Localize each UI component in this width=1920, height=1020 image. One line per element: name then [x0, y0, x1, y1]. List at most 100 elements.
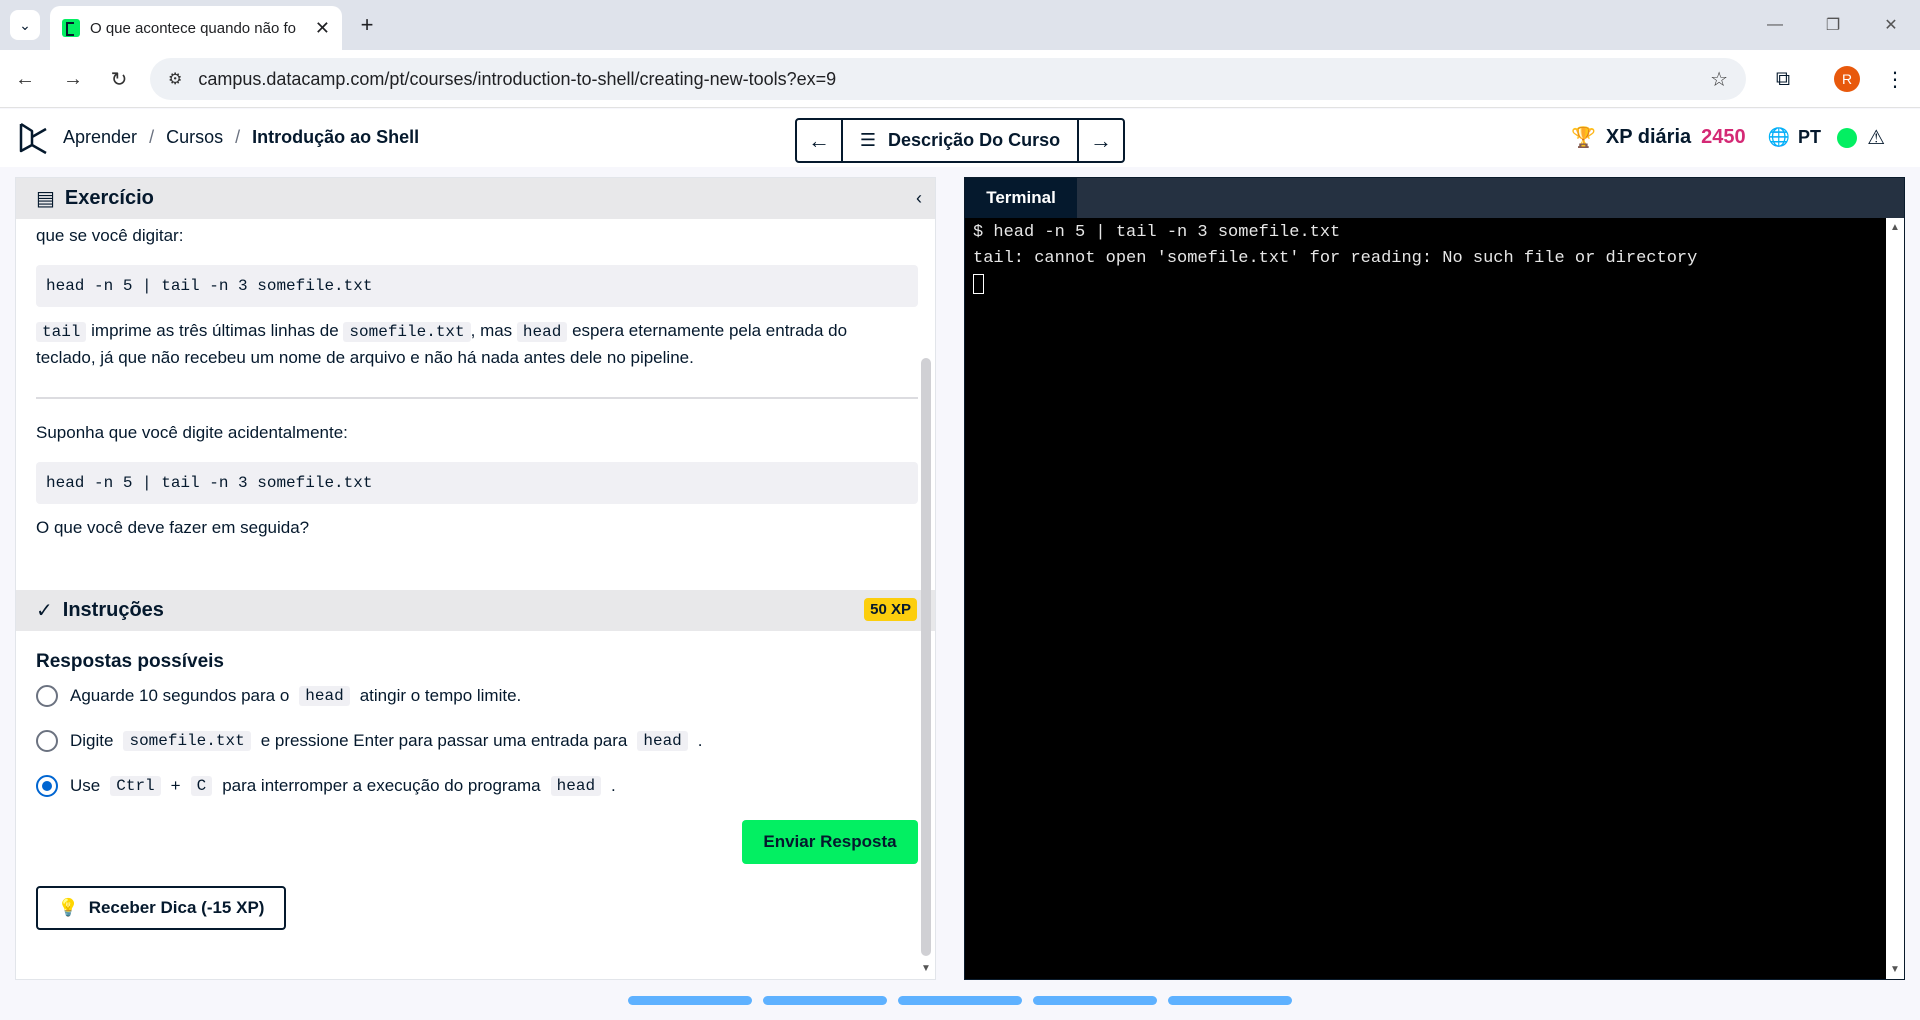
url-input[interactable]: ⚙ campus.datacamp.com/pt/courses/introdu… — [150, 58, 1746, 100]
arrow-right-icon: → — [1090, 127, 1112, 153]
browser-tab-bar: ⌄ O que acontece quando não fo ✕ + — ❐ ✕ — [0, 0, 1920, 50]
tab-title: O que acontece quando não fo — [90, 19, 297, 37]
xp-value: 2450 — [1701, 126, 1746, 148]
extensions-icon[interactable]: ⧉ — [1768, 64, 1798, 94]
browser-menu-icon[interactable]: ⋮ — [1880, 64, 1910, 94]
divider — [36, 397, 918, 399]
forward-button[interactable]: → — [58, 64, 88, 94]
instructions-header: ✓ Instruções 50 XP — [16, 590, 935, 631]
terminal-scrollbar[interactable]: ▲ ▼ — [1886, 218, 1904, 979]
inline-code: head — [516, 322, 568, 342]
close-icon[interactable]: ✕ — [315, 18, 330, 39]
warning-icon[interactable]: ⚠ — [1867, 125, 1885, 150]
submit-answer-button[interactable]: Enviar Resposta — [742, 820, 918, 864]
inline-code: Ctrl — [110, 776, 161, 796]
explanation-paragraph: tail imprime as três últimas linhas de s… — [36, 318, 918, 371]
terminal-line: $ head -n 5 | tail -n 3 somefile.txt — [973, 223, 1341, 242]
arrow-left-icon: ← — [808, 127, 830, 153]
new-tab-button[interactable]: + — [352, 10, 382, 40]
code-block: head -n 5 | tail -n 3 somefile.txt — [36, 462, 918, 504]
terminal-line: tail: cannot open 'somefile.txt' for rea… — [973, 249, 1698, 268]
lightbulb-icon: 💡 — [57, 898, 79, 917]
instructions-heading: Instruções — [62, 599, 164, 621]
bookmark-star-icon[interactable]: ☆ — [1710, 67, 1728, 92]
inline-code: head — [637, 731, 688, 751]
chevron-down-icon: ⌄ — [19, 16, 31, 33]
next-exercise-button[interactable]: → — [1079, 120, 1123, 161]
previous-exercise-button[interactable]: ← — [797, 120, 841, 161]
breadcrumb-learn[interactable]: Aprender — [63, 127, 137, 148]
paragraph-text: , mas — [470, 321, 513, 340]
question-text: O que você deve fazer em seguida? — [36, 518, 310, 537]
panel-scrollbar-thumb[interactable] — [921, 358, 931, 956]
option-text: atingir o tempo limite. — [359, 686, 522, 705]
breadcrumb-courses[interactable]: Cursos — [166, 127, 223, 148]
profile-avatar[interactable]: R — [1834, 66, 1860, 92]
option-text: Use — [70, 776, 101, 795]
terminal-output[interactable]: $ head -n 5 | tail -n 3 somefile.txt tail… — [973, 220, 1697, 298]
close-window-button[interactable]: ✕ — [1862, 0, 1920, 50]
tab-terminal[interactable]: Terminal — [965, 178, 1077, 218]
breadcrumb-separator: / — [149, 127, 155, 147]
terminal-panel[interactable]: Terminal $ head -n 5 | tail -n 3 somefil… — [964, 177, 1905, 980]
xp-label: XP diária — [1605, 126, 1692, 148]
option-text: para interromper a execução do programa — [222, 776, 541, 795]
answer-option[interactable]: Use Ctrl + C para interromper a execução… — [36, 775, 616, 797]
course-description-button[interactable]: ☰ Descrição Do Curso — [841, 120, 1079, 161]
minimize-button[interactable]: — — [1746, 0, 1804, 50]
exercise-progress — [628, 996, 1292, 1005]
xp-area: 🏆 XP diária 2450 🌐 PT ⚠ — [1571, 125, 1885, 150]
terminal-cursor — [973, 273, 984, 294]
inline-code: tail — [36, 322, 87, 342]
progress-step[interactable] — [1033, 996, 1157, 1005]
browser-tab[interactable]: O que acontece quando não fo ✕ — [50, 6, 342, 50]
reload-button[interactable]: ↻ — [104, 64, 134, 94]
radio-button[interactable] — [36, 685, 58, 707]
radio-button-selected[interactable] — [36, 775, 58, 797]
datacamp-logo-icon[interactable] — [18, 121, 50, 157]
window-controls: — ❐ ✕ — [1746, 0, 1920, 50]
answers-heading: Respostas possíveis — [36, 651, 224, 672]
exercise-header: ▤ Exercício — [16, 178, 935, 219]
answer-option[interactable]: Aguarde 10 segundos para o head atingir … — [36, 685, 521, 707]
option-text: e pressione Enter para passar uma entrad… — [260, 731, 628, 750]
hint-label: Receber Dica (-15 XP) — [88, 898, 265, 917]
progress-step[interactable] — [898, 996, 1022, 1005]
exercise-heading: Exercício — [64, 187, 154, 209]
app-header: Aprender / Cursos / Introdução ao Shell … — [0, 109, 1920, 167]
progress-step[interactable] — [628, 996, 752, 1005]
scroll-up-arrow-icon[interactable]: ▲ — [1886, 222, 1904, 233]
option-text: + — [170, 776, 181, 795]
restore-button[interactable]: ❐ — [1804, 0, 1862, 50]
status-indicator — [1837, 127, 1858, 148]
datacamp-favicon-icon — [62, 19, 80, 37]
breadcrumb: Aprender / Cursos / Introdução ao Shell — [63, 127, 419, 148]
suppose-text: Suponha que você digite acidentalmente: — [36, 423, 348, 442]
option-text: . — [611, 776, 616, 795]
get-hint-button[interactable]: 💡 Receber Dica (-15 XP) — [36, 886, 286, 930]
exercise-panel: ▤ Exercício ‹ que se você digitar: head … — [15, 177, 936, 980]
option-text: . — [697, 731, 703, 750]
option-text: Digite — [70, 731, 114, 750]
inline-code: somefile.txt — [123, 731, 251, 751]
paragraph-text: espera eternamente pela entrada do — [572, 321, 848, 340]
intro-fragment: que se você digitar: — [36, 226, 184, 245]
radio-button[interactable] — [36, 730, 58, 752]
inline-code: head — [299, 686, 350, 706]
language-selector[interactable]: 🌐 PT — [1768, 127, 1821, 148]
scroll-down-arrow-icon[interactable]: ▼ — [917, 963, 935, 977]
paragraph-text: teclado, já que não recebeu um nome de a… — [36, 348, 694, 367]
site-settings-icon[interactable]: ⚙ — [168, 69, 182, 89]
course-navigation: ← ☰ Descrição Do Curso → — [795, 118, 1125, 163]
collapse-panel-button[interactable]: ‹ — [903, 178, 935, 219]
scroll-down-arrow-icon[interactable]: ▼ — [1886, 964, 1904, 975]
answer-option[interactable]: Digite somefile.txt e pressione Enter pa… — [36, 730, 703, 752]
globe-icon: 🌐 — [1767, 127, 1791, 147]
back-button[interactable]: ← — [10, 64, 40, 94]
progress-step[interactable] — [763, 996, 887, 1005]
tab-search-button[interactable]: ⌄ — [10, 10, 40, 40]
progress-step[interactable] — [1168, 996, 1292, 1005]
code-block: head -n 5 | tail -n 3 somefile.txt — [36, 265, 918, 307]
xp-badge: 50 XP — [864, 598, 917, 621]
breadcrumb-course[interactable]: Introdução ao Shell — [252, 127, 419, 148]
